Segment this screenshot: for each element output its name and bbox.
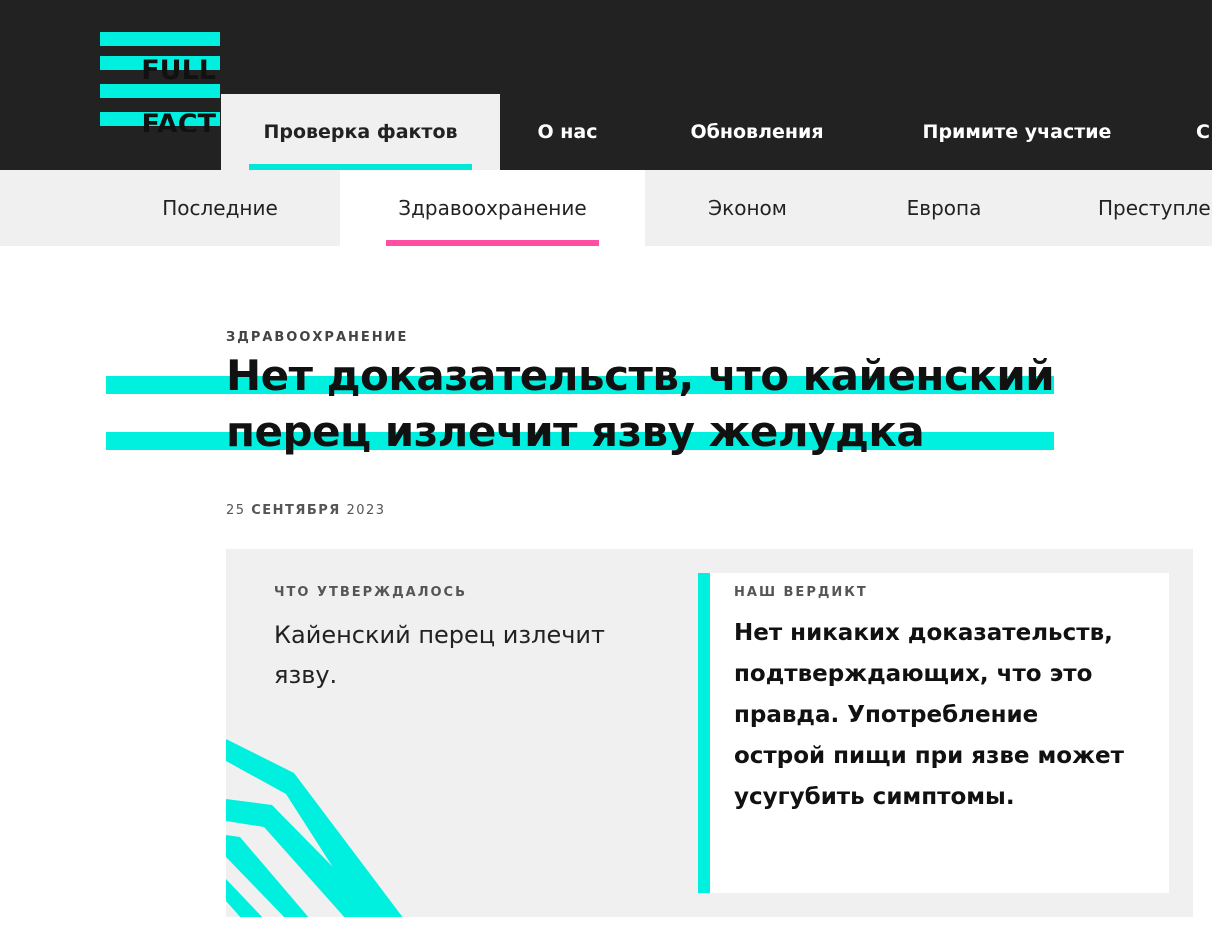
- verdict-label: НАШ ВЕРДИКТ: [734, 585, 868, 600]
- article-title: Нет доказательств, что кайенский перец и…: [106, 348, 1055, 460]
- date-month: СЕНТЯБРЯ: [251, 503, 341, 518]
- subnav-item-label: Здравоохранение: [398, 196, 587, 220]
- subnav-item-crime[interactable]: Преступле: [1098, 170, 1212, 246]
- active-subnav-indicator: [386, 240, 599, 246]
- subnav-item-label: Европа: [906, 196, 982, 220]
- site-header: FULL FACT Проверка фактов О нас Обновлен…: [0, 0, 1212, 170]
- title-line: Нет доказательств, что кайенский: [106, 348, 1055, 404]
- category-subnav: Последние Здравоохранение Эконом Европа …: [0, 170, 1212, 246]
- publish-date: 25 СЕНТЯБРЯ 2023: [226, 503, 386, 518]
- nav-item-about[interactable]: О нас: [515, 94, 620, 170]
- main-nav: Проверка фактов О нас Обновления Примите…: [0, 0, 1212, 170]
- nav-item-label: О нас: [537, 121, 598, 143]
- subnav-item-label: Эконом: [708, 196, 787, 220]
- title-line: перец излечит язву желудка: [106, 404, 1055, 460]
- verdict-panel: НАШ ВЕРДИКТ Нет никаких доказательств, п…: [698, 573, 1169, 893]
- claim-text: Кайенский перец излечит язву.: [274, 621, 605, 689]
- nav-item-fact-check[interactable]: Проверка фактов: [221, 94, 500, 170]
- nav-item-get-involved[interactable]: Примите участие: [896, 94, 1138, 170]
- title-text: Нет доказательств, что кайенский: [226, 351, 1055, 400]
- subnav-item-economy[interactable]: Эконом: [680, 170, 815, 246]
- nav-item-updates[interactable]: Обновления: [664, 94, 850, 170]
- nav-item-label: С: [1196, 121, 1210, 143]
- title-text: перец излечит язву желудка: [226, 407, 925, 456]
- date-year: 2023: [346, 503, 386, 518]
- subnav-item-health[interactable]: Здравоохранение: [340, 170, 645, 246]
- nav-item-truncated[interactable]: С: [1196, 94, 1212, 170]
- article-category: ЗДРАВООХРАНЕНИЕ: [226, 330, 409, 345]
- subnav-item-label: Преступле: [1098, 196, 1211, 220]
- nav-item-label: Примите участие: [922, 121, 1112, 143]
- claim-label: ЧТО УТВЕРЖДАЛОСЬ: [274, 585, 468, 600]
- subnav-item-europe[interactable]: Европа: [880, 170, 1008, 246]
- nav-item-label: Обновления: [690, 121, 824, 143]
- claim-verdict-box: ЧТО УТВЕРЖДАЛОСЬ Кайенский перец излечит…: [226, 549, 1193, 917]
- date-day: 25: [226, 503, 246, 518]
- subnav-item-label: Последние: [162, 196, 278, 220]
- verdict-text: Нет никаких доказательств, подтверждающи…: [734, 620, 1124, 810]
- subnav-item-latest[interactable]: Последние: [140, 170, 300, 246]
- decorative-stripes: [226, 739, 403, 917]
- nav-item-label: Проверка фактов: [263, 121, 458, 143]
